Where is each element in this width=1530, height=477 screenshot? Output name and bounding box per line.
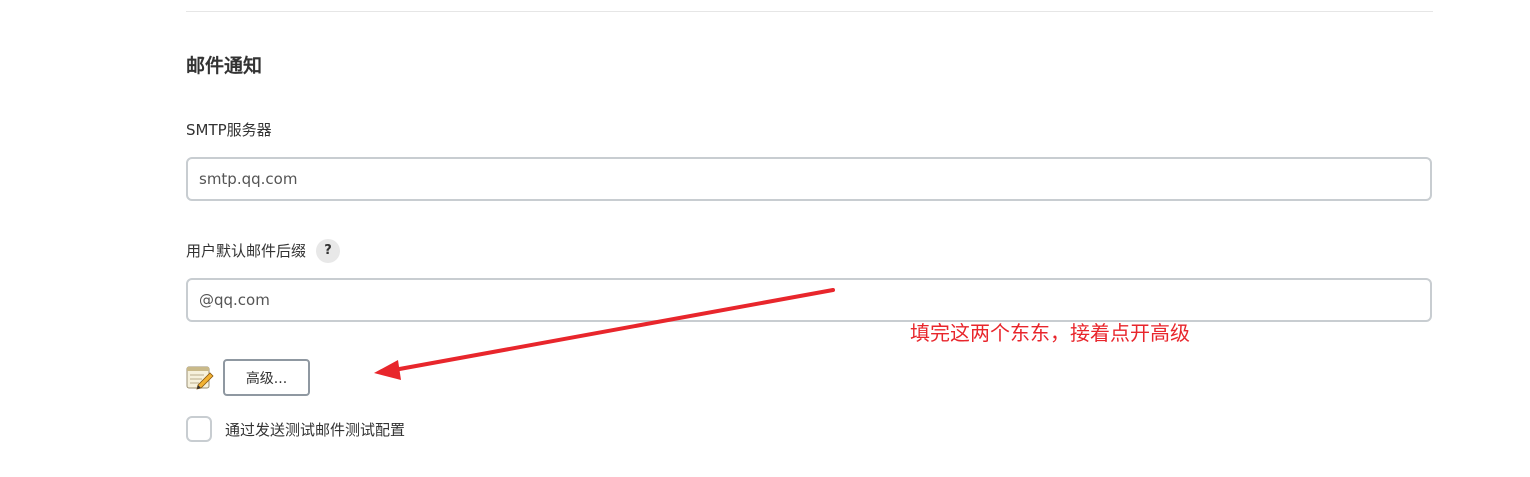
notepad-icon bbox=[186, 366, 214, 390]
email-notification-page: 邮件通知 SMTP服务器 用户默认邮件后缀 ? 高级... 通过发送测试邮件测试… bbox=[0, 0, 1530, 477]
section-divider bbox=[186, 11, 1433, 12]
default-suffix-label-text: 用户默认邮件后缀 bbox=[186, 242, 307, 260]
smtp-server-label: SMTP服务器 bbox=[186, 119, 272, 141]
smtp-server-label-text: SMTP服务器 bbox=[186, 121, 272, 139]
default-suffix-label: 用户默认邮件后缀 ? bbox=[186, 239, 341, 263]
test-config-option[interactable]: 通过发送测试邮件测试配置 bbox=[186, 416, 405, 442]
smtp-server-input[interactable] bbox=[186, 157, 1432, 201]
default-suffix-input[interactable] bbox=[186, 278, 1432, 322]
annotation-text: 填完这两个东东，接着点开高级 bbox=[910, 321, 1190, 345]
section-title: 邮件通知 bbox=[186, 55, 263, 77]
advanced-button[interactable]: 高级... bbox=[223, 359, 310, 396]
test-config-label[interactable]: 通过发送测试邮件测试配置 bbox=[225, 419, 405, 440]
test-config-checkbox[interactable] bbox=[186, 416, 212, 442]
help-icon[interactable]: ? bbox=[316, 239, 341, 263]
